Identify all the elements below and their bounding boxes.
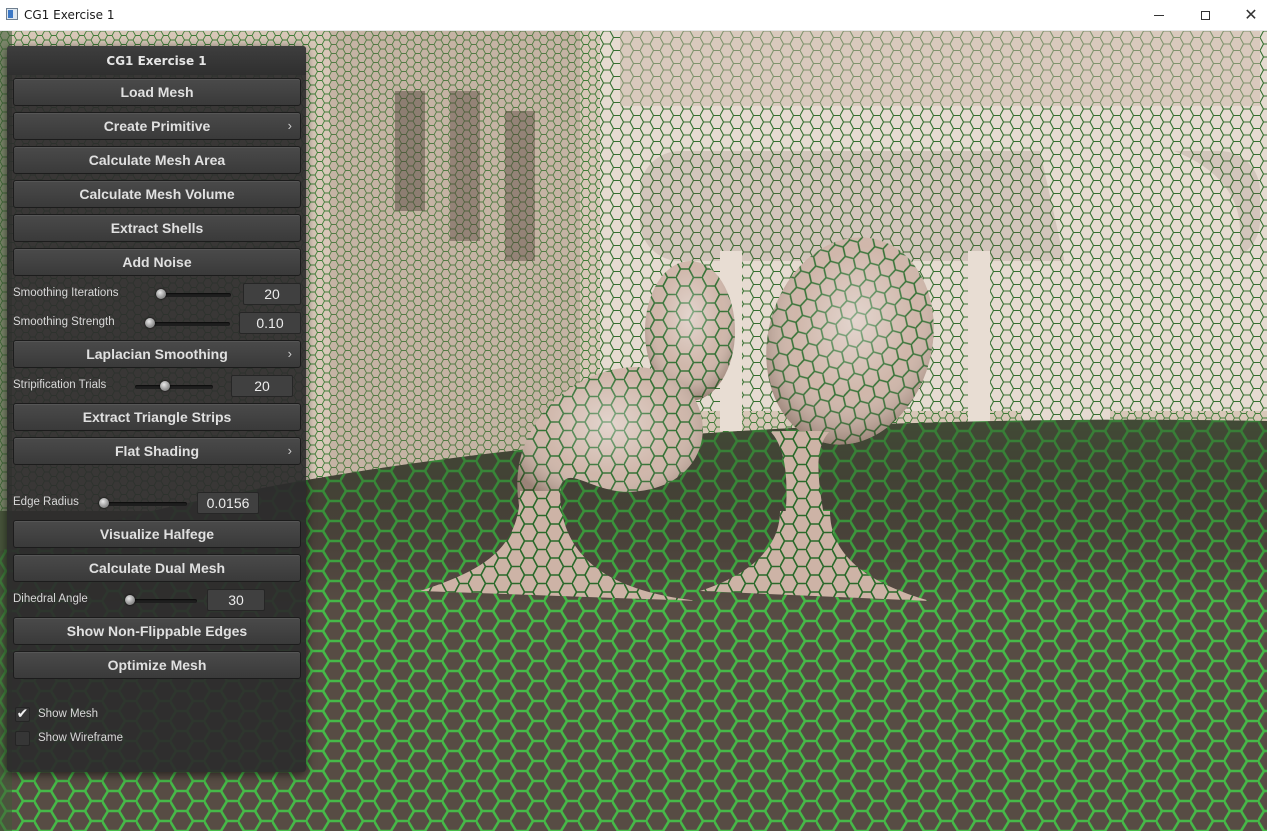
smoothing-iterations-slider[interactable] [156,293,231,297]
maximize-icon [1200,10,1210,20]
laplacian-smoothing-button[interactable]: Laplacian Smoothing › [13,340,301,368]
smoothing-iterations-label: Smoothing Iterations [13,287,119,299]
smoothing-strength-knob[interactable] [145,318,155,328]
show-wireframe-row[interactable]: Show Wireframe [15,730,215,748]
stripification-trials-slider[interactable] [135,385,213,389]
show-wireframe-checkbox[interactable] [15,731,30,746]
smoothing-strength-row: Smoothing Strength 0.10 [13,311,301,335]
calculate-dual-mesh-button[interactable]: Calculate Dual Mesh [13,554,301,582]
title-bar: CG1 Exercise 1 ✕ [0,0,1267,31]
panel-title: CG1 Exercise 1 [7,46,306,75]
smoothing-iterations-knob[interactable] [156,289,166,299]
add-noise-button[interactable]: Add Noise [13,248,301,276]
edge-radius-slider[interactable] [99,502,187,506]
minimize-button[interactable] [1136,0,1182,30]
stripification-trials-label: Stripification Trials [13,379,107,391]
calculate-mesh-volume-button[interactable]: Calculate Mesh Volume [13,180,301,208]
extract-triangle-strips-button[interactable]: Extract Triangle Strips [13,403,301,431]
edge-radius-knob[interactable] [99,498,109,508]
stripification-trials-field[interactable]: 20 [231,375,293,397]
close-icon: ✕ [1244,5,1258,24]
show-wireframe-label: Show Wireframe [38,732,123,744]
stripification-trials-knob[interactable] [160,381,170,391]
chevron-right-icon: › [287,346,292,361]
dihedral-angle-row: Dihedral Angle 30 [13,588,301,612]
smoothing-iterations-row: Smoothing Iterations 20 [13,282,301,306]
dihedral-angle-field[interactable]: 30 [207,589,265,611]
minimize-icon [1154,14,1164,16]
smoothing-strength-slider[interactable] [145,322,230,326]
close-button[interactable]: ✕ [1228,0,1267,30]
visualize-halfedge-button[interactable]: Visualize Halfege [13,520,301,548]
chevron-right-icon: › [287,443,292,458]
show-mesh-row[interactable]: ✔ Show Mesh [15,706,215,724]
chevron-right-icon: › [287,118,292,133]
maximize-button[interactable] [1182,0,1228,30]
show-mesh-checkbox[interactable]: ✔ [15,707,30,722]
dihedral-angle-knob[interactable] [125,595,135,605]
create-primitive-label: Create Primitive [103,118,211,134]
control-panel: CG1 Exercise 1 Load Mesh Create Primitiv… [7,46,306,772]
show-non-flippable-edges-button[interactable]: Show Non-Flippable Edges [13,617,301,645]
app-icon [6,8,18,20]
edge-radius-label: Edge Radius [13,496,79,508]
show-mesh-label: Show Mesh [38,708,99,720]
load-mesh-button[interactable]: Load Mesh [13,78,301,106]
flat-shading-label: Flat Shading [115,443,199,459]
edge-radius-field[interactable]: 0.0156 [197,492,259,514]
flat-shading-button[interactable]: Flat Shading › [13,437,301,465]
optimize-mesh-button[interactable]: Optimize Mesh [13,651,301,679]
calculate-mesh-area-button[interactable]: Calculate Mesh Area [13,146,301,174]
stripification-trials-row: Stripification Trials 20 [13,374,301,398]
smoothing-strength-label: Smoothing Strength [13,316,115,328]
dihedral-angle-slider[interactable] [125,599,197,603]
smoothing-strength-field[interactable]: 0.10 [239,312,301,334]
laplacian-smoothing-label: Laplacian Smoothing [86,346,228,362]
window-title: CG1 Exercise 1 [24,8,115,22]
create-primitive-button[interactable]: Create Primitive › [13,112,301,140]
extract-shells-button[interactable]: Extract Shells [13,214,301,242]
dihedral-angle-label: Dihedral Angle [13,593,88,605]
edge-radius-row: Edge Radius 0.0156 [13,491,301,515]
smoothing-iterations-field[interactable]: 20 [243,283,301,305]
